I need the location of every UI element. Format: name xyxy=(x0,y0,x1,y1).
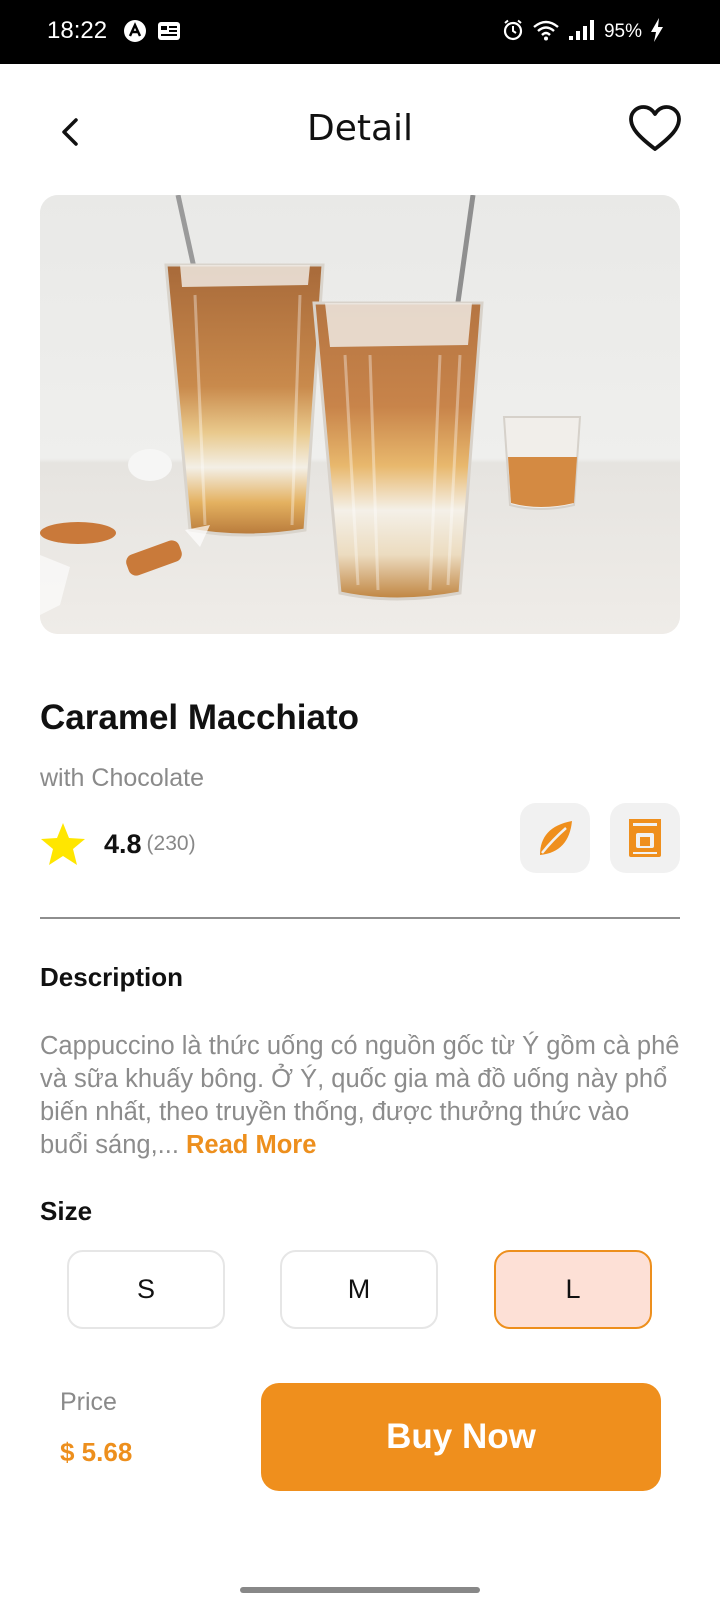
leaf-feature-button[interactable] xyxy=(520,803,590,873)
charging-icon xyxy=(650,17,664,47)
status-indicators: 95% xyxy=(502,17,664,47)
coffee-machine-icon xyxy=(629,819,661,857)
price-value: $ 5.68 xyxy=(60,1437,133,1467)
coffee-machine-feature-button[interactable] xyxy=(610,803,680,873)
size-option-m[interactable]: M xyxy=(280,1250,438,1329)
news-notification-icon xyxy=(158,20,180,42)
favorite-button[interactable] xyxy=(626,102,684,156)
app-header: Detail xyxy=(0,64,720,194)
heart-outline-icon xyxy=(629,105,681,151)
size-option-s[interactable]: S xyxy=(67,1250,225,1329)
buy-now-button[interactable]: Buy Now xyxy=(261,1383,661,1491)
description-title: Description xyxy=(40,962,184,992)
alarm-icon xyxy=(502,19,524,46)
star-icon xyxy=(41,823,85,865)
description-body: Cappuccino là thức uống có nguồn gốc từ … xyxy=(40,1032,680,1159)
read-more-link[interactable]: Read More xyxy=(186,1131,316,1159)
rating-value: 4.8 xyxy=(104,828,142,859)
signal-icon xyxy=(568,19,596,46)
home-indicator[interactable] xyxy=(240,1587,480,1593)
page-title: Detail xyxy=(306,108,414,149)
size-option-l[interactable]: L xyxy=(494,1250,652,1329)
description-text: Cappuccino là thức uống có nguồn gốc từ … xyxy=(40,1030,680,1162)
leaf-icon xyxy=(540,821,572,855)
rating-count: (230) xyxy=(146,832,196,855)
battery-level: 95% xyxy=(603,21,642,42)
price-label: Price xyxy=(60,1388,117,1416)
product-name: Caramel Macchiato xyxy=(40,698,360,737)
status-bar: 18:22 95% xyxy=(0,0,720,64)
app-notification-icon xyxy=(124,20,146,42)
product-subtitle: with Chocolate xyxy=(40,764,204,792)
product-image xyxy=(40,195,680,634)
size-title: Size xyxy=(40,1196,93,1226)
divider xyxy=(40,917,680,919)
wifi-icon xyxy=(532,19,560,46)
status-time: 18:22 xyxy=(47,17,108,44)
product-rating: 4.8 (230) xyxy=(40,822,196,866)
